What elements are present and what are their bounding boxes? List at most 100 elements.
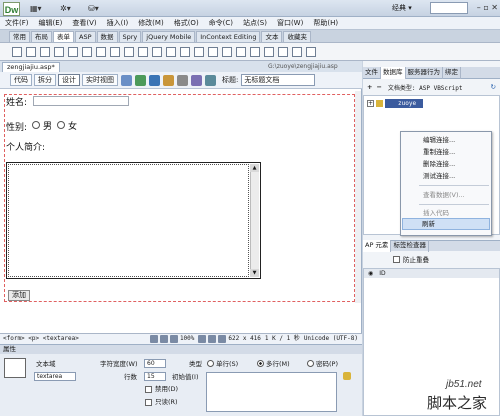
label-icon[interactable]: [194, 46, 204, 57]
document-scrollbar[interactable]: [355, 91, 361, 303]
tab-favorites[interactable]: 收藏夹: [283, 31, 311, 42]
expand-icon[interactable]: +: [367, 100, 374, 107]
design-view-button[interactable]: 设计: [58, 74, 80, 86]
spry-confirm-icon[interactable]: [292, 46, 302, 57]
menu-edit[interactable]: 编辑(E): [34, 17, 68, 30]
menu-window[interactable]: 窗口(W): [272, 17, 308, 30]
text-field-icon[interactable]: [26, 46, 36, 57]
menu-commands[interactable]: 命令(C): [204, 17, 238, 30]
menu-insert-code[interactable]: 插入代码: [423, 208, 449, 218]
tab-layout[interactable]: 布局: [31, 31, 52, 42]
split-view-button[interactable]: 拆分: [34, 74, 56, 86]
menu-modify[interactable]: 修改(M): [133, 17, 169, 30]
tab-bindings[interactable]: 绑定: [443, 66, 461, 79]
add-icon[interactable]: +: [367, 83, 372, 91]
password-radio[interactable]: [307, 360, 314, 367]
tab-asp[interactable]: ASP: [75, 31, 96, 42]
menu-view-data[interactable]: 查看数据(V)...: [423, 190, 465, 200]
mobile-size-icon[interactable]: [198, 335, 207, 343]
visibility-icon[interactable]: ◉: [368, 269, 373, 278]
rows-input[interactable]: 15: [144, 372, 166, 381]
form-icon[interactable]: [12, 46, 22, 57]
file-management-icon[interactable]: [205, 74, 216, 86]
tab-jquery-mobile[interactable]: jQuery Mobile: [142, 31, 196, 42]
menu-duplicate-connection[interactable]: 重制连接...: [423, 147, 455, 157]
inspect-icon[interactable]: [135, 74, 146, 86]
spry-radio-icon[interactable]: [306, 46, 316, 57]
menu-format[interactable]: 格式(O): [169, 17, 204, 30]
menu-delete-connection[interactable]: 删除连接...: [423, 159, 455, 169]
tree-node-zuoye[interactable]: zuoye: [398, 100, 416, 107]
name-input[interactable]: [33, 96, 129, 106]
tab-databases[interactable]: 数据库: [381, 66, 406, 79]
single-line-radio[interactable]: [207, 360, 214, 367]
tab-data[interactable]: 数据: [96, 31, 118, 42]
menu-refresh[interactable]: 刷新: [422, 219, 435, 229]
init-value-textarea[interactable]: [206, 372, 337, 412]
menu-edit-connection[interactable]: 编辑连接...: [423, 135, 455, 145]
zoom-level[interactable]: 100%: [180, 334, 194, 344]
desktop-size-icon[interactable]: [218, 335, 227, 343]
search-input[interactable]: [430, 2, 468, 14]
code-view-button[interactable]: 代码: [10, 74, 32, 86]
live-code-icon[interactable]: [121, 74, 132, 86]
hand-tool-icon[interactable]: [159, 335, 168, 343]
site-icon[interactable]: ⛁▾: [88, 3, 99, 14]
checkbox-group-icon[interactable]: [82, 46, 92, 57]
browser-icon[interactable]: [149, 74, 160, 86]
title-input[interactable]: 无标题文档: [241, 74, 316, 86]
remove-icon[interactable]: −: [376, 83, 381, 91]
tab-server-behaviors[interactable]: 服务器行为: [406, 66, 443, 79]
live-view-button[interactable]: 实时视图: [82, 74, 118, 86]
checkbox-icon[interactable]: [68, 46, 78, 57]
tablet-size-icon[interactable]: [208, 335, 217, 343]
menu-insert[interactable]: 插入(I): [102, 17, 134, 30]
tab-files[interactable]: 文件: [363, 66, 381, 79]
prevent-overlap-checkbox[interactable]: [393, 255, 400, 263]
menu-test-connection[interactable]: 测试连接...: [423, 171, 455, 181]
extend-icon[interactable]: ✲▾: [60, 3, 71, 14]
tab-spry[interactable]: Spry: [118, 31, 142, 42]
check-page-icon[interactable]: [163, 74, 174, 86]
tab-text[interactable]: 文本: [261, 31, 283, 42]
char-width-input[interactable]: 60: [144, 359, 166, 368]
select-icon[interactable]: [124, 46, 134, 57]
zoom-tool-icon[interactable]: [169, 335, 178, 343]
spry-password-icon[interactable]: [278, 46, 288, 57]
spry-textarea-icon[interactable]: [236, 46, 246, 57]
select-tool-icon[interactable]: [149, 335, 158, 343]
radio-group-icon[interactable]: [110, 46, 120, 57]
file-field-icon[interactable]: [166, 46, 176, 57]
tab-incontext[interactable]: InContext Editing: [196, 31, 261, 42]
fieldset-icon[interactable]: [208, 46, 218, 57]
textarea-icon[interactable]: [54, 46, 64, 57]
layout-icon[interactable]: ▦▾: [30, 3, 42, 14]
scroll-up-icon[interactable]: ▲: [250, 164, 259, 172]
folder-icon[interactable]: [343, 372, 351, 380]
menu-file[interactable]: 文件(F): [0, 17, 34, 30]
tab-ap-elements[interactable]: AP 元素: [363, 240, 392, 252]
menu-site[interactable]: 站点(S): [238, 17, 272, 30]
menu-help[interactable]: 帮助(H): [308, 17, 343, 30]
refresh-design-icon[interactable]: [191, 74, 202, 86]
button-icon[interactable]: [180, 46, 190, 57]
jump-menu-icon[interactable]: [138, 46, 148, 57]
scroll-down-icon[interactable]: ▼: [250, 269, 259, 277]
spry-select-icon[interactable]: [264, 46, 274, 57]
tab-common[interactable]: 常用: [9, 31, 30, 42]
male-radio[interactable]: [32, 121, 40, 129]
image-field-icon[interactable]: [152, 46, 162, 57]
add-button[interactable]: 添加: [8, 290, 30, 301]
menu-view[interactable]: 查看(V): [67, 17, 101, 30]
female-radio[interactable]: [57, 121, 65, 129]
tag-selector[interactable]: <form> <p> <textarea>: [3, 334, 79, 344]
id-column-header[interactable]: ID: [379, 269, 385, 278]
window-controls[interactable]: – ▫ ✕: [470, 2, 498, 14]
multi-line-radio[interactable]: [257, 360, 264, 367]
workspace-switcher[interactable]: 经典 ▾: [392, 3, 426, 14]
visual-aids-icon[interactable]: [177, 74, 188, 86]
textarea-scrollbar[interactable]: [250, 164, 259, 277]
refresh-icon[interactable]: ↻: [491, 83, 496, 91]
document-tab[interactable]: zengjiajiu.asp*: [2, 62, 60, 72]
spry-checkbox-icon[interactable]: [250, 46, 260, 57]
